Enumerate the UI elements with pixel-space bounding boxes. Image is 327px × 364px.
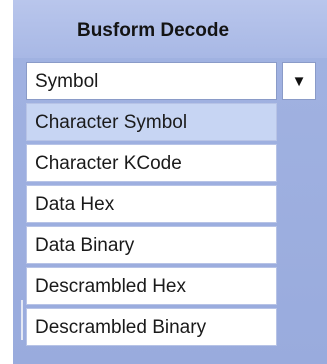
option-character-kcode[interactable]: Character KCode [26,144,277,182]
triangle-down-icon: ▼ [291,72,307,90]
option-label: Character Symbol [35,112,188,133]
option-label: Data Hex [35,194,115,215]
panel-splitter[interactable] [21,300,23,340]
option-label: Descrambled Hex [35,276,186,297]
panel-title: Busform Decode [76,20,230,41]
option-label: Character KCode [35,153,182,174]
decode-select-value: Symbol [35,71,99,92]
option-data-hex[interactable]: Data Hex [26,185,277,223]
option-character-symbol[interactable]: Character Symbol [26,103,277,141]
decode-options-list: Character Symbol Character KCode Data He… [26,103,277,349]
option-label: Data Binary [35,235,135,256]
option-descrambled-hex[interactable]: Descrambled Hex [26,267,277,305]
dropdown-toggle-button[interactable]: ▼ [282,62,316,100]
option-data-binary[interactable]: Data Binary [26,226,277,264]
option-descrambled-binary[interactable]: Descrambled Binary [26,308,277,346]
option-label: Descrambled Binary [35,317,207,338]
decode-select[interactable]: Symbol [26,62,277,100]
